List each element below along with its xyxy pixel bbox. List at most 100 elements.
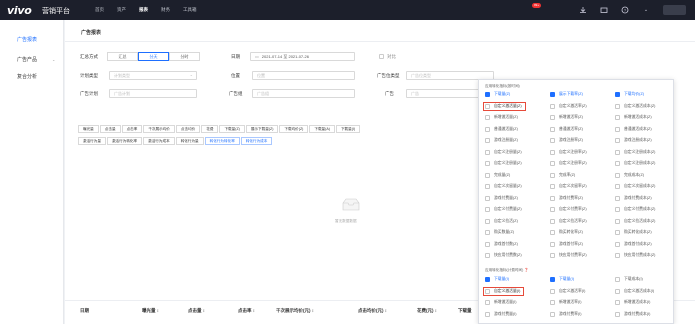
metric-checkbox-item[interactable]: 新增激活量(Z) <box>485 115 518 120</box>
metric-checkbox-item[interactable]: 自定义付费量(Z) <box>485 207 522 212</box>
metric-checkbox-item[interactable]: 自定义次留率(Z) <box>550 184 587 189</box>
metric-checkbox-item[interactable]: 购买转化成本(Z) <box>615 230 652 235</box>
table-header-cpc[interactable]: 点击均价(元) ↕ <box>358 308 387 314</box>
metric-checkbox-item[interactable]: 自定义注册率(Z) <box>550 161 587 166</box>
metric-tag[interactable]: 展示下载量(Z) <box>245 125 279 133</box>
metric-tag[interactable]: 千次展示均价 <box>143 125 175 133</box>
metric-checkbox-item[interactable]: 快应用付费率(Z) <box>550 253 587 258</box>
sidebar-item-composite-analysis[interactable]: 复合分析 <box>17 73 37 80</box>
metric-checkbox-item[interactable]: 自定义注册成本(Z) <box>615 161 655 166</box>
checkbox-icon[interactable] <box>485 149 490 155</box>
checkbox-icon[interactable] <box>485 138 490 143</box>
metric-checkbox-item[interactable]: 下载量(I) <box>550 277 574 282</box>
checkbox-checked-icon[interactable] <box>485 277 490 282</box>
metric-tag[interactable]: 转化行为成本 <box>240 137 273 145</box>
metric-checkbox-item[interactable]: 自定义次留量(Z) <box>485 184 522 189</box>
checkbox-checked-icon[interactable] <box>550 92 555 97</box>
metric-checkbox-item[interactable]: 自定义注册成本(Z) <box>615 149 655 155</box>
metric-checkbox-item[interactable]: 自定义拉活率(Z) <box>550 218 587 224</box>
checkbox-icon[interactable] <box>485 218 490 224</box>
metric-tag[interactable]: 下载均价(Z) <box>279 125 309 133</box>
checkbox-icon[interactable] <box>550 138 555 143</box>
summary-option-daily[interactable]: 分天 <box>138 52 169 61</box>
checkbox-icon[interactable] <box>615 241 620 247</box>
metric-checkbox-item[interactable]: 游戏付费成本(Z) <box>615 195 652 201</box>
checkbox-icon[interactable] <box>550 184 555 189</box>
checkbox-icon[interactable] <box>485 115 490 120</box>
metric-checkbox-item[interactable]: 下载均价(Z) <box>615 92 644 97</box>
download-icon[interactable] <box>579 6 587 14</box>
summary-option-total[interactable]: 汇总 <box>107 52 138 61</box>
metric-checkbox-item[interactable]: 下载成本(I) <box>615 277 643 282</box>
checkbox-icon[interactable] <box>550 103 555 109</box>
metric-checkbox-item[interactable]: 游戏注册成本(Z) <box>615 138 652 143</box>
checkbox-icon[interactable] <box>615 126 620 132</box>
checkbox-icon[interactable] <box>550 161 555 166</box>
metric-tag[interactable]: 转化行为量 <box>175 137 204 145</box>
checkbox-icon[interactable] <box>615 138 620 143</box>
checkbox-icon[interactable] <box>485 207 490 212</box>
metric-checkbox-item[interactable]: 游戏首付数(Z) <box>485 241 518 247</box>
sidebar-item-ad-product[interactable]: 广告产品 <box>17 56 37 63</box>
metric-tag[interactable]: 激活行为转化率 <box>106 137 143 145</box>
metric-checkbox-item[interactable]: 完成率(Z) <box>550 172 575 178</box>
checkbox-icon[interactable] <box>550 115 555 120</box>
checkbox-icon[interactable] <box>550 218 555 224</box>
metric-checkbox-item[interactable]: 新增激活率(I) <box>550 300 582 305</box>
checkbox-icon[interactable] <box>615 300 620 305</box>
metric-checkbox-item[interactable]: 游戏付费成本(I) <box>615 311 650 317</box>
checkbox-icon[interactable] <box>615 277 620 282</box>
checkbox-icon[interactable] <box>615 311 620 317</box>
checkbox-icon[interactable] <box>615 103 620 109</box>
metric-checkbox-item[interactable]: 游戏注册量(Z) <box>485 138 518 143</box>
metric-tag[interactable]: 下载量(A) <box>309 125 335 133</box>
nav-reports[interactable]: 报表 <box>139 7 148 13</box>
metric-checkbox-item[interactable]: 自定义激活率(Z) <box>550 103 587 109</box>
date-range-picker[interactable]: ▭ 2021-07-14 至 2021-07-26 <box>250 52 355 61</box>
metric-checkbox-item[interactable]: 游戏付费量(Z) <box>485 195 518 201</box>
checkbox-icon[interactable] <box>550 149 555 155</box>
checkbox-icon[interactable] <box>550 241 555 247</box>
metric-checkbox-item[interactable]: 完成成本(Z) <box>615 172 644 178</box>
checkbox-icon[interactable] <box>615 288 620 294</box>
table-header-impressions[interactable]: 曝光量 ↕ <box>142 308 159 314</box>
checkbox-icon[interactable] <box>550 172 555 178</box>
checkbox-icon[interactable] <box>485 311 490 317</box>
metric-checkbox-item[interactable]: 自定义次留成本(Z) <box>615 184 655 189</box>
metric-tag[interactable]: 下载量(I) <box>335 125 361 133</box>
metric-checkbox-item[interactable]: 自定义激活成本(I) <box>615 288 654 294</box>
metric-checkbox-item[interactable]: 普通激活率(Z) <box>550 126 583 132</box>
metric-checkbox-item[interactable]: 展示下载率(Z) <box>550 92 583 97</box>
metric-checkbox-item[interactable]: 自定义付费成本(Z) <box>615 207 655 212</box>
metric-checkbox-item[interactable]: 自定义付费率(Z) <box>550 207 587 212</box>
metric-checkbox-item[interactable]: 自定义注册量(Z) <box>485 161 522 166</box>
metric-checkbox-item[interactable]: 完成量(Z) <box>485 172 510 178</box>
ad-group-input[interactable]: 广告组 <box>252 89 355 98</box>
metric-tag[interactable]: 点击均价 <box>175 125 201 133</box>
metric-tag[interactable]: 点击量 <box>99 125 121 133</box>
checkbox-checked-icon[interactable] <box>615 92 620 97</box>
checkbox-icon[interactable] <box>550 230 555 235</box>
metric-checkbox-item[interactable]: 快应用付费数(Z) <box>485 253 522 258</box>
checkbox-icon[interactable] <box>485 253 490 258</box>
checkbox-icon[interactable] <box>615 184 620 189</box>
metric-checkbox-item[interactable]: 普通激活量(Z) <box>485 126 518 132</box>
checkbox-icon[interactable] <box>615 149 620 155</box>
checkbox-icon[interactable] <box>615 253 620 258</box>
metric-checkbox-item[interactable]: 自定义激活量(Z) <box>483 101 526 111</box>
table-header-cpm[interactable]: 千次展示均价(元) ↕ <box>276 308 314 314</box>
ad-plan-input[interactable]: 广告计划 <box>109 89 197 98</box>
checkbox-icon[interactable] <box>485 126 490 132</box>
metric-checkbox-item[interactable]: 自定义注册率(Z) <box>550 149 587 155</box>
metric-checkbox-item[interactable]: 游戏首付成本(Z) <box>615 241 652 247</box>
plan-type-select[interactable]: 计划类型 ⌄ <box>109 71 197 80</box>
metric-checkbox-item[interactable]: 下载量(I) <box>485 277 509 282</box>
checkbox-checked-icon[interactable] <box>485 92 490 97</box>
checkbox-icon[interactable] <box>485 184 490 189</box>
metric-checkbox-item[interactable]: 游戏付费率(Z) <box>550 195 583 201</box>
table-header-downloads[interactable]: 下载量 <box>458 308 472 314</box>
avatar[interactable] <box>663 5 686 15</box>
metric-checkbox-item[interactable]: 快应用付费成本(Z) <box>615 253 655 258</box>
metric-checkbox-item[interactable]: 自定义激活率(I) <box>550 288 585 294</box>
chevron-down-icon[interactable]: ⌄ <box>642 6 650 14</box>
